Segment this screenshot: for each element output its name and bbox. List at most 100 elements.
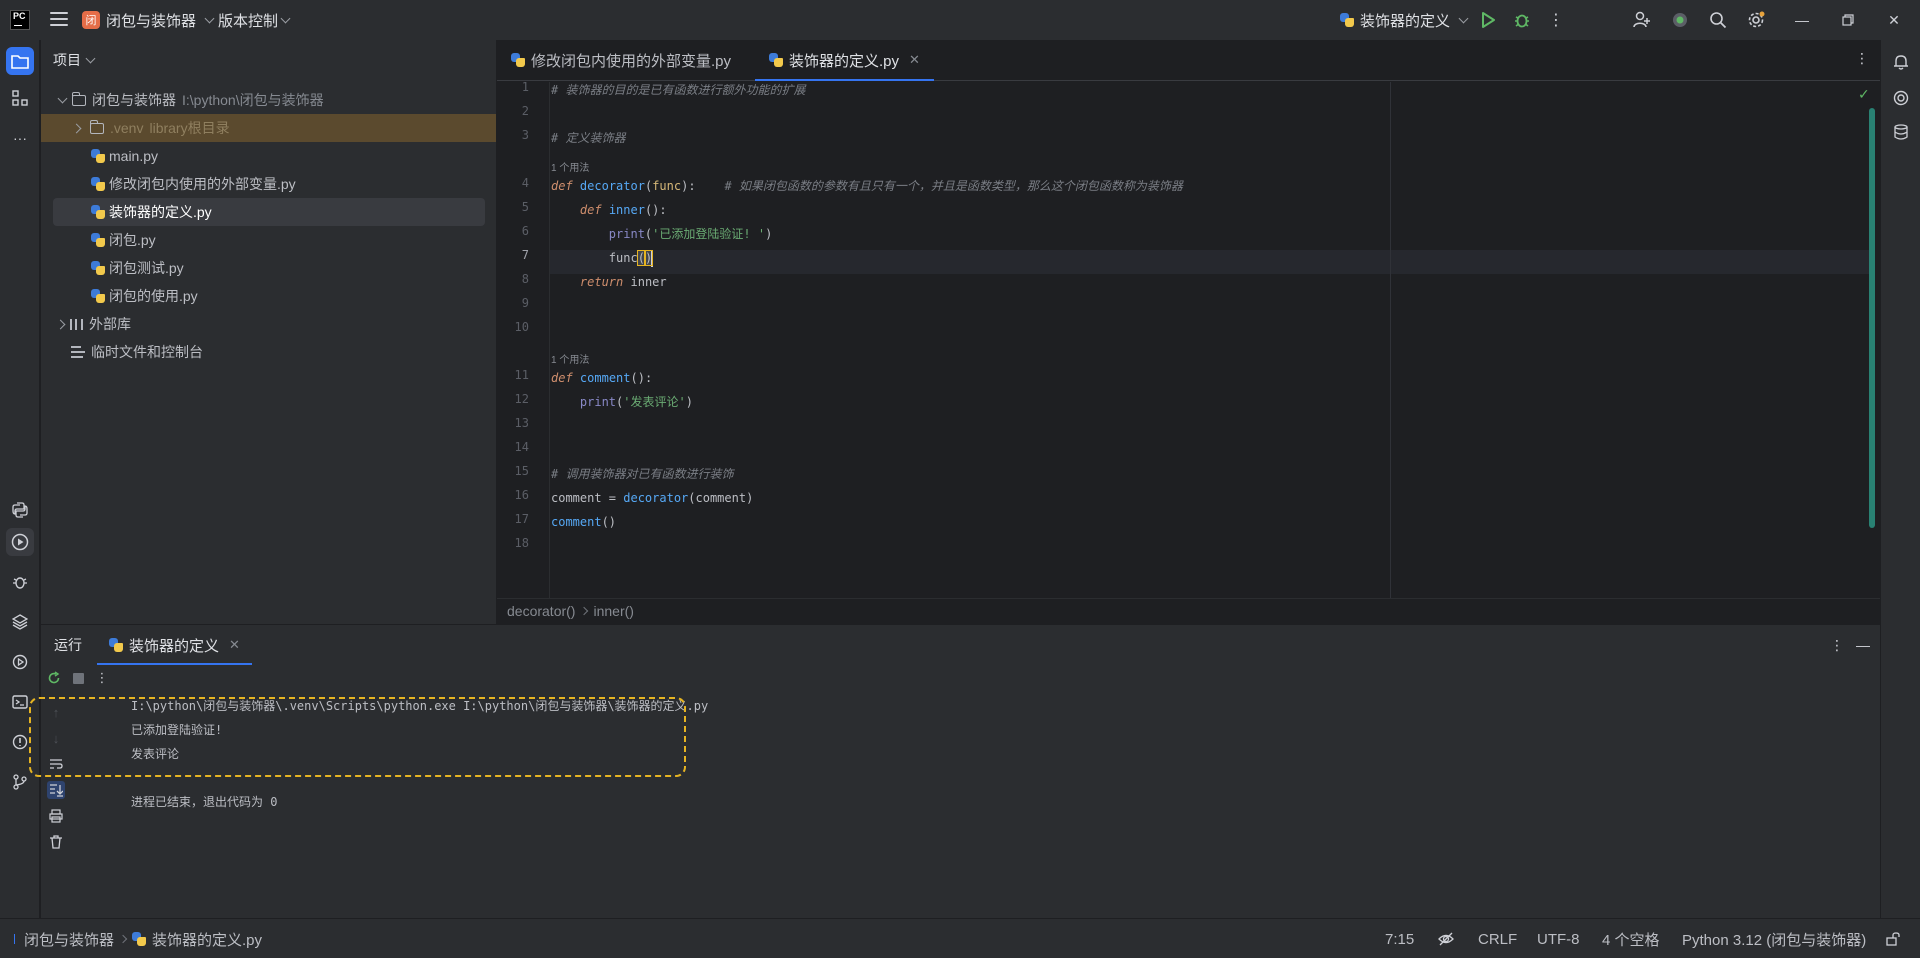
readonly-toggle[interactable] [1438, 919, 1454, 958]
minimize-button[interactable]: — [1792, 10, 1812, 30]
packages-tool-button[interactable] [6, 608, 34, 636]
code-with-me-button[interactable] [1670, 10, 1690, 30]
project-tool-button[interactable] [6, 47, 34, 75]
tree-file[interactable]: 闭包.py [41, 226, 496, 254]
structure-tool-button[interactable] [6, 84, 34, 112]
breadcrumb-item[interactable]: inner() [593, 603, 633, 619]
editor-tab[interactable]: 修改闭包内使用的外部变量.py [497, 40, 745, 80]
main-menu-icon[interactable] [50, 12, 68, 28]
search-button[interactable] [1708, 10, 1728, 30]
status-crumb[interactable]: 闭包与装饰器 [24, 929, 114, 950]
library-icon [70, 318, 83, 330]
line-separator[interactable]: CRLF [1478, 919, 1517, 958]
caret-position[interactable]: 7:15 [1385, 919, 1414, 958]
debug-button[interactable] [1512, 10, 1532, 30]
tree-file-selected[interactable]: 装饰器的定义.py [53, 198, 485, 226]
tree-scratches[interactable]: 临时文件和控制台 [41, 338, 496, 366]
more-actions-button[interactable]: ⋮ [1546, 10, 1566, 30]
folder-icon [71, 91, 86, 106]
ai-assistant-button[interactable] [1889, 86, 1913, 110]
vcs-menu[interactable]: 版本控制 [218, 10, 291, 30]
lock-button[interactable] [1886, 919, 1900, 958]
close-window-button[interactable]: ✕ [1884, 10, 1904, 30]
usages-hint[interactable]: 1 个用法 [551, 159, 589, 174]
print-button[interactable] [47, 807, 65, 825]
code-editor[interactable]: # 装饰器的目的是已有函数进行额外功能的扩展 # 定义装饰器 1 个用法 def… [550, 82, 1870, 598]
line-number-current: 7 [521, 248, 529, 262]
console-output[interactable]: I:\python\闭包与装饰器\.venv\Scripts\python.ex… [91, 695, 1871, 915]
inspection-ok-icon[interactable]: ✓ [1858, 86, 1870, 103]
collapse-arrow-icon[interactable] [55, 319, 66, 329]
git-tool-button[interactable] [6, 768, 34, 796]
venv-folder-name: .venv [110, 120, 144, 136]
close-tab-icon[interactable]: ✕ [909, 52, 920, 68]
run-tab[interactable]: 装饰器的定义 ✕ [97, 625, 252, 665]
console-line: 发表评论 [131, 747, 180, 761]
run-config-selector[interactable]: 装饰器的定义 [1340, 10, 1469, 30]
editor-tab-active[interactable]: 装饰器的定义.py ✕ [755, 40, 934, 81]
folder-icon [11, 55, 29, 69]
project-panel-header[interactable]: 项目 [41, 40, 496, 80]
code-line-1: # 装饰器的目的是已有函数进行额外功能的扩展 [551, 83, 806, 97]
python-file-icon [91, 289, 105, 303]
breadcrumb-item[interactable]: decorator() [507, 603, 575, 619]
debug-tool-button[interactable] [6, 568, 34, 596]
console-line: 进程已结束，退出代码为 0 [131, 795, 278, 809]
soft-wrap-button[interactable] [47, 755, 65, 773]
tree-file[interactable]: main.py [41, 142, 496, 170]
git-branch-icon [13, 774, 27, 790]
file-encoding[interactable]: UTF-8 [1537, 919, 1580, 958]
line-number-gutter: 1 2 3 4 5 6 7 8 9 10 11 12 13 14 15 16 1… [497, 80, 549, 598]
run-panel-options-button[interactable]: ⋮ [1827, 635, 1847, 655]
add-user-button[interactable] [1632, 10, 1652, 30]
tree-root-folder[interactable]: 闭包与装饰器 I:\python\闭包与装饰器 [41, 86, 496, 114]
services-tool-button[interactable] [6, 648, 34, 676]
notifications-button[interactable] [1889, 50, 1913, 74]
problems-tool-button[interactable] [6, 728, 34, 756]
close-tab-icon[interactable]: ✕ [229, 637, 240, 653]
run-toolbar: ⋮ [41, 669, 161, 693]
tree-file[interactable]: 闭包测试.py [41, 254, 496, 282]
run-panel-title: 运行 [54, 637, 82, 653]
run-more-button[interactable]: ⋮ [93, 669, 111, 687]
more-vertical-icon: ⋮ [1855, 50, 1869, 66]
indent-setting[interactable]: 4 个空格 [1602, 919, 1660, 958]
clear-console-button[interactable] [47, 833, 65, 851]
python-interpreter[interactable]: Python 3.12 (闭包与装饰器) [1682, 919, 1866, 958]
tree-external-libraries[interactable]: 外部库 [41, 310, 496, 338]
tree-file[interactable]: 闭包的使用.py [41, 282, 496, 310]
left-tool-strip: ··· [0, 40, 40, 918]
more-tools-button[interactable]: ··· [6, 124, 34, 152]
usages-hint[interactable]: 1 个用法 [551, 351, 589, 366]
bug-icon [13, 577, 27, 589]
database-button[interactable] [1889, 120, 1913, 144]
tree-file[interactable]: 修改闭包内使用的外部变量.py [41, 170, 496, 198]
stop-button[interactable] [69, 669, 87, 687]
tree-venv-folder[interactable]: .venv library根目录 [41, 114, 496, 142]
rerun-button[interactable] [45, 669, 63, 687]
run-tool-button[interactable] [6, 528, 34, 556]
run-button[interactable] [1478, 10, 1498, 30]
line-number: 4 [521, 176, 529, 190]
editor-scrollbar[interactable] [1869, 108, 1875, 528]
expand-arrow-icon[interactable] [57, 93, 68, 103]
maximize-button[interactable] [1838, 10, 1858, 30]
hide-panel-button[interactable]: — [1853, 635, 1873, 655]
project-switcher[interactable]: 闭 闭包与装饰器 [82, 10, 215, 30]
scroll-to-end-button[interactable] [47, 781, 65, 799]
more-vertical-icon: ⋮ [1830, 636, 1844, 653]
settings-button[interactable] [1746, 10, 1766, 30]
minimize-icon: — [1856, 637, 1870, 653]
status-crumb[interactable]: 装饰器的定义.py [152, 929, 262, 950]
terminal-tool-button[interactable] [6, 688, 34, 716]
collapse-arrow-icon[interactable] [71, 123, 82, 133]
editor-tabs-more-button[interactable]: ⋮ [1852, 50, 1872, 70]
unlock-icon [1886, 932, 1900, 946]
console-line: 已添加登陆验证! [131, 723, 223, 737]
scroll-up-button[interactable]: ↑ [47, 703, 65, 721]
more-vertical-icon: ⋮ [1548, 12, 1564, 29]
line-number: 15 [514, 464, 529, 478]
python-console-button[interactable] [6, 496, 34, 524]
chevron-down-icon [1458, 13, 1469, 23]
scroll-down-button[interactable]: ↓ [47, 729, 65, 747]
